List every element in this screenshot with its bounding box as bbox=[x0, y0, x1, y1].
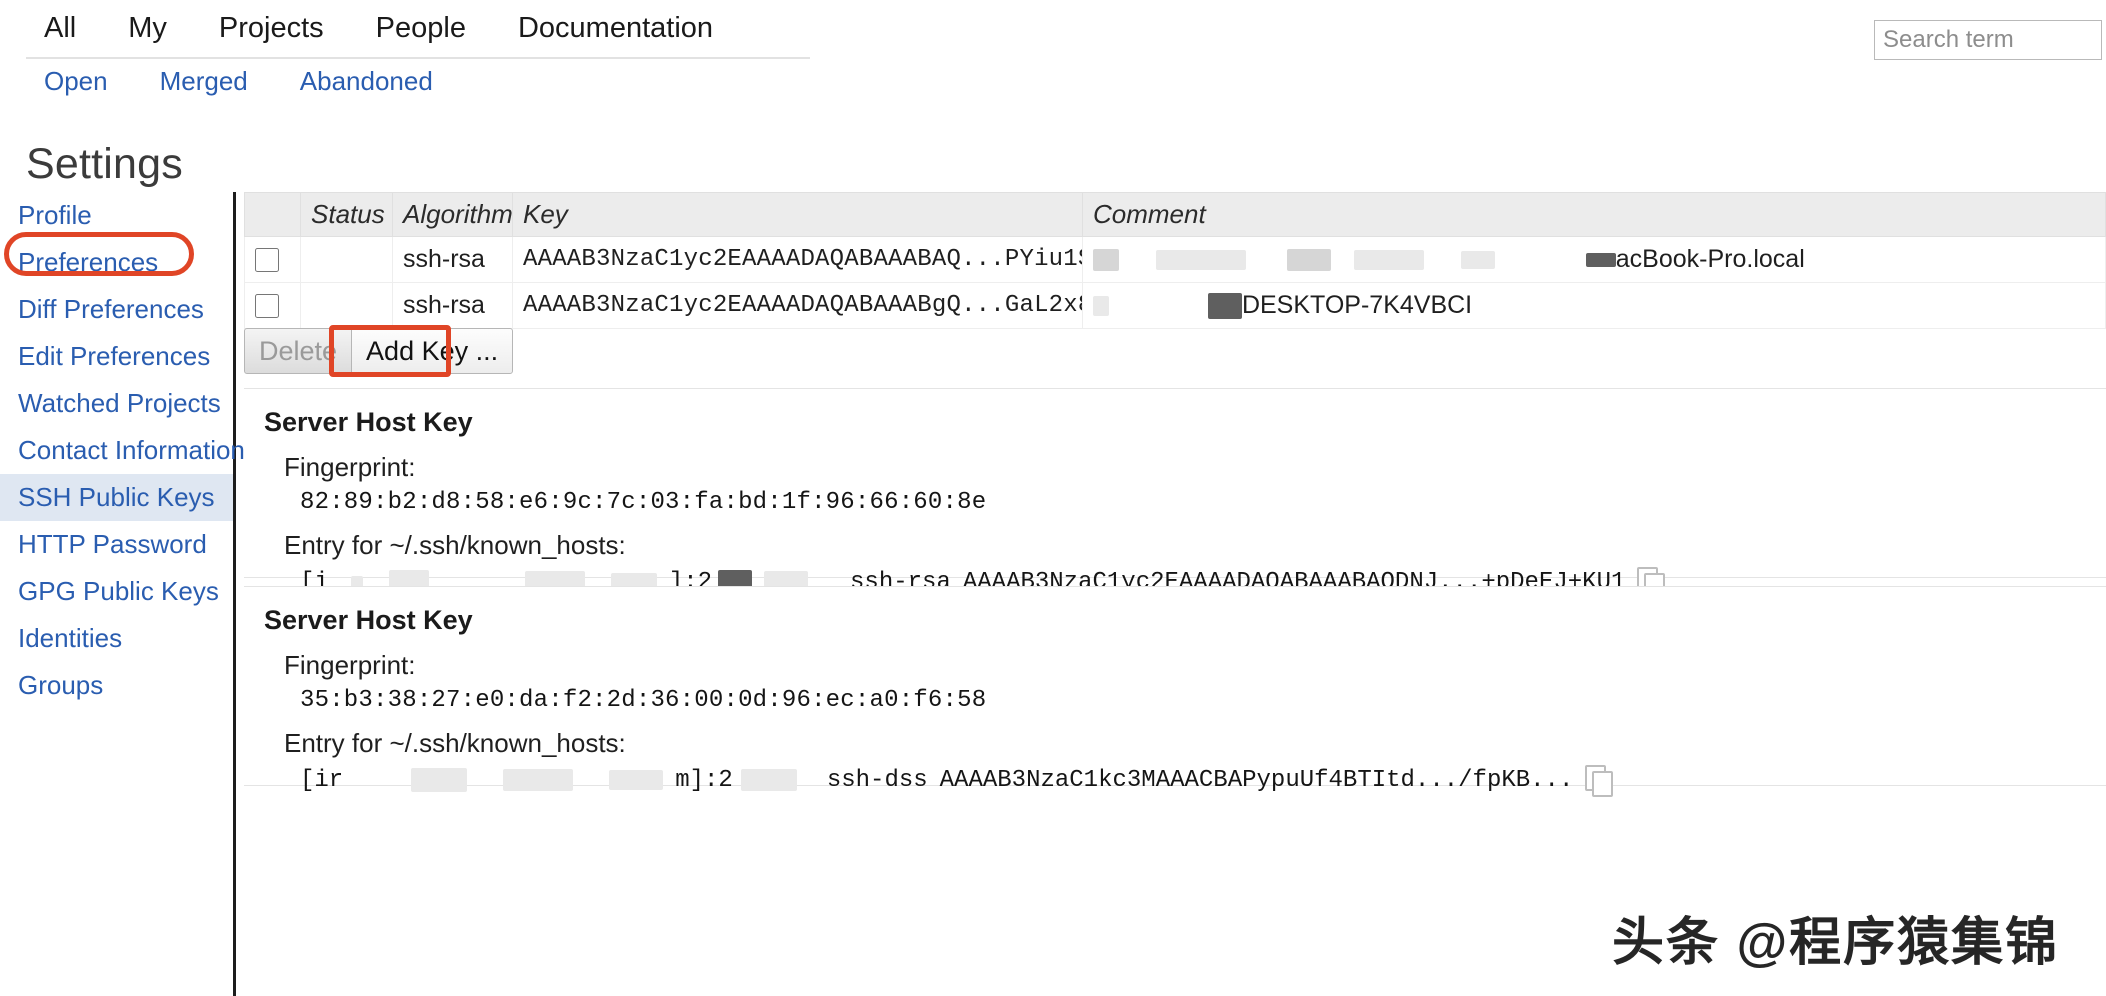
fingerprint-label: Fingerprint: bbox=[284, 452, 416, 482]
row-comment-value: DESKTOP-7K4VBCI bbox=[1241, 291, 1473, 319]
redaction-block bbox=[1353, 250, 1424, 271]
redaction-block bbox=[1093, 249, 1119, 272]
table-row: ssh-rsa AAAAB3NzaC1yc2EAAAADAQABAAABAQ..… bbox=[244, 236, 2106, 283]
page-title: Settings bbox=[26, 140, 183, 188]
row-select-cell bbox=[244, 236, 301, 283]
server-host-key-title: Server Host Key bbox=[264, 605, 473, 635]
known-hosts-label: Entry for ~/.ssh/known_hosts: bbox=[284, 728, 626, 758]
server-host-key-title: Server Host Key bbox=[264, 407, 473, 437]
subtab-merged[interactable]: Merged bbox=[160, 66, 300, 97]
subtab-open[interactable]: Open bbox=[44, 66, 160, 97]
column-header-status: Status bbox=[300, 192, 393, 237]
column-header-key: Key bbox=[512, 192, 1083, 237]
table-row: ssh-rsa AAAAB3NzaC1yc2EAAAADAQABAAABgQ..… bbox=[244, 282, 2106, 329]
row-key-value: AAAAB3NzaC1yc2EAAAADAQABAAABAQ...PYiu1SA… bbox=[523, 246, 1082, 273]
sub-tab-bar: Open Merged Abandoned bbox=[44, 58, 485, 104]
sidebar-item-http-password[interactable]: HTTP Password bbox=[0, 521, 233, 568]
redaction-block bbox=[411, 768, 468, 792]
row-key-cell: AAAAB3NzaC1yc2EAAAADAQABAAABAQ...PYiu1SA… bbox=[512, 236, 1083, 283]
known-hosts-algorithm: ssh-dss bbox=[826, 766, 928, 794]
settings-sidebar: Profile Preferences Diff Preferences Edi… bbox=[0, 192, 245, 996]
sidebar-item-edit-preferences[interactable]: Edit Preferences bbox=[0, 333, 233, 380]
search-input[interactable] bbox=[1874, 20, 2102, 60]
tab-documentation[interactable]: Documentation bbox=[492, 0, 739, 57]
sidebar-item-diff-preferences[interactable]: Diff Preferences bbox=[0, 286, 233, 333]
fingerprint-value: 35:b3:38:27:e0:da:f2:2d:36:00:0d:96:ec:a… bbox=[300, 687, 987, 714]
redaction-block bbox=[1585, 253, 1616, 268]
delete-button[interactable]: Delete bbox=[244, 328, 353, 374]
row-key-value: AAAAB3NzaC1yc2EAAAADAQABAAABgQ...GaL2x8o… bbox=[523, 292, 1082, 319]
sidebar-item-groups[interactable]: Groups bbox=[0, 662, 233, 709]
known-hosts-host-prefix: [ir bbox=[300, 766, 344, 794]
table-action-buttons: Delete Add Key ... bbox=[244, 328, 514, 376]
ssh-keys-table: Status Algorithm Key Comment ssh-rsa AAA… bbox=[244, 192, 2106, 329]
sidebar-item-preferences[interactable]: Preferences bbox=[0, 239, 233, 286]
sidebar-item-profile[interactable]: Profile bbox=[0, 192, 233, 239]
sidebar-item-watched-projects[interactable]: Watched Projects bbox=[0, 380, 233, 427]
redaction-block bbox=[740, 769, 797, 791]
table-header-row: Status Algorithm Key Comment bbox=[244, 192, 2106, 237]
tab-all[interactable]: All bbox=[26, 0, 102, 57]
redaction-block bbox=[1093, 296, 1109, 317]
tab-people[interactable]: People bbox=[350, 0, 492, 57]
row-checkbox[interactable] bbox=[255, 248, 279, 273]
row-algorithm-cell: ssh-rsa bbox=[392, 282, 513, 329]
fingerprint-value: 82:89:b2:d8:58:e6:9c:7c:03:fa:bd:1f:96:6… bbox=[300, 489, 987, 516]
redaction-block bbox=[503, 769, 574, 791]
known-hosts-host-suffix: m]:2 bbox=[675, 766, 733, 794]
tab-my[interactable]: My bbox=[102, 0, 193, 57]
column-header-algorithm: Algorithm bbox=[392, 192, 513, 237]
row-key-cell: AAAAB3NzaC1yc2EAAAADAQABAAABgQ...GaL2x8o… bbox=[512, 282, 1083, 329]
sidebar-item-ssh-public-keys[interactable]: SSH Public Keys bbox=[0, 474, 233, 521]
redaction-block bbox=[1207, 293, 1242, 320]
fingerprint-label: Fingerprint: bbox=[284, 650, 416, 680]
server-host-key-panel: Server Host Key Fingerprint: 82:89:b2:d8… bbox=[244, 388, 2106, 599]
subtab-abandoned[interactable]: Abandoned bbox=[300, 66, 485, 97]
row-comment-cell: acBook-Pro.local bbox=[1082, 236, 2106, 283]
row-checkbox[interactable] bbox=[255, 294, 279, 319]
sidebar-item-identities[interactable]: Identities bbox=[0, 615, 233, 662]
server-host-key-panel: Server Host Key Fingerprint: 35:b3:38:27… bbox=[244, 586, 2106, 797]
copy-icon[interactable] bbox=[1585, 765, 1614, 797]
redaction-block bbox=[1460, 251, 1495, 270]
sidebar-item-gpg-public-keys[interactable]: GPG Public Keys bbox=[0, 568, 233, 615]
main-content: Status Algorithm Key Comment ssh-rsa AAA… bbox=[236, 192, 2106, 996]
column-header-comment: Comment bbox=[1082, 192, 2106, 237]
row-algorithm-cell: ssh-rsa bbox=[392, 236, 513, 283]
row-comment-cell: DESKTOP-7K4VBCI bbox=[1082, 282, 2106, 329]
tab-projects[interactable]: Projects bbox=[193, 0, 350, 57]
add-key-button[interactable]: Add Key ... bbox=[351, 328, 514, 374]
redaction-block bbox=[609, 770, 664, 790]
main-tab-bar: All My Projects People Documentation bbox=[26, 0, 810, 59]
top-navigation-bar: All My Projects People Documentation Ope… bbox=[0, 0, 2106, 96]
known-hosts-label: Entry for ~/.ssh/known_hosts: bbox=[284, 530, 626, 560]
redaction-block bbox=[1286, 249, 1331, 272]
known-hosts-entry: [ir m]:2 ssh-dss AAAAB3NzaC1kc3MAAACBAPy… bbox=[244, 759, 2106, 797]
row-select-cell bbox=[244, 282, 301, 329]
row-status-cell bbox=[300, 282, 393, 329]
sidebar-item-contact-information[interactable]: Contact Information bbox=[0, 427, 245, 474]
redaction-block bbox=[1155, 250, 1246, 271]
row-comment-value: acBook-Pro.local bbox=[1615, 245, 1805, 273]
row-status-cell bbox=[300, 236, 393, 283]
column-header-select bbox=[244, 192, 301, 237]
known-hosts-key: AAAAB3NzaC1kc3MAAACBAPypuUf4BTItd.../fpK… bbox=[939, 766, 1574, 794]
